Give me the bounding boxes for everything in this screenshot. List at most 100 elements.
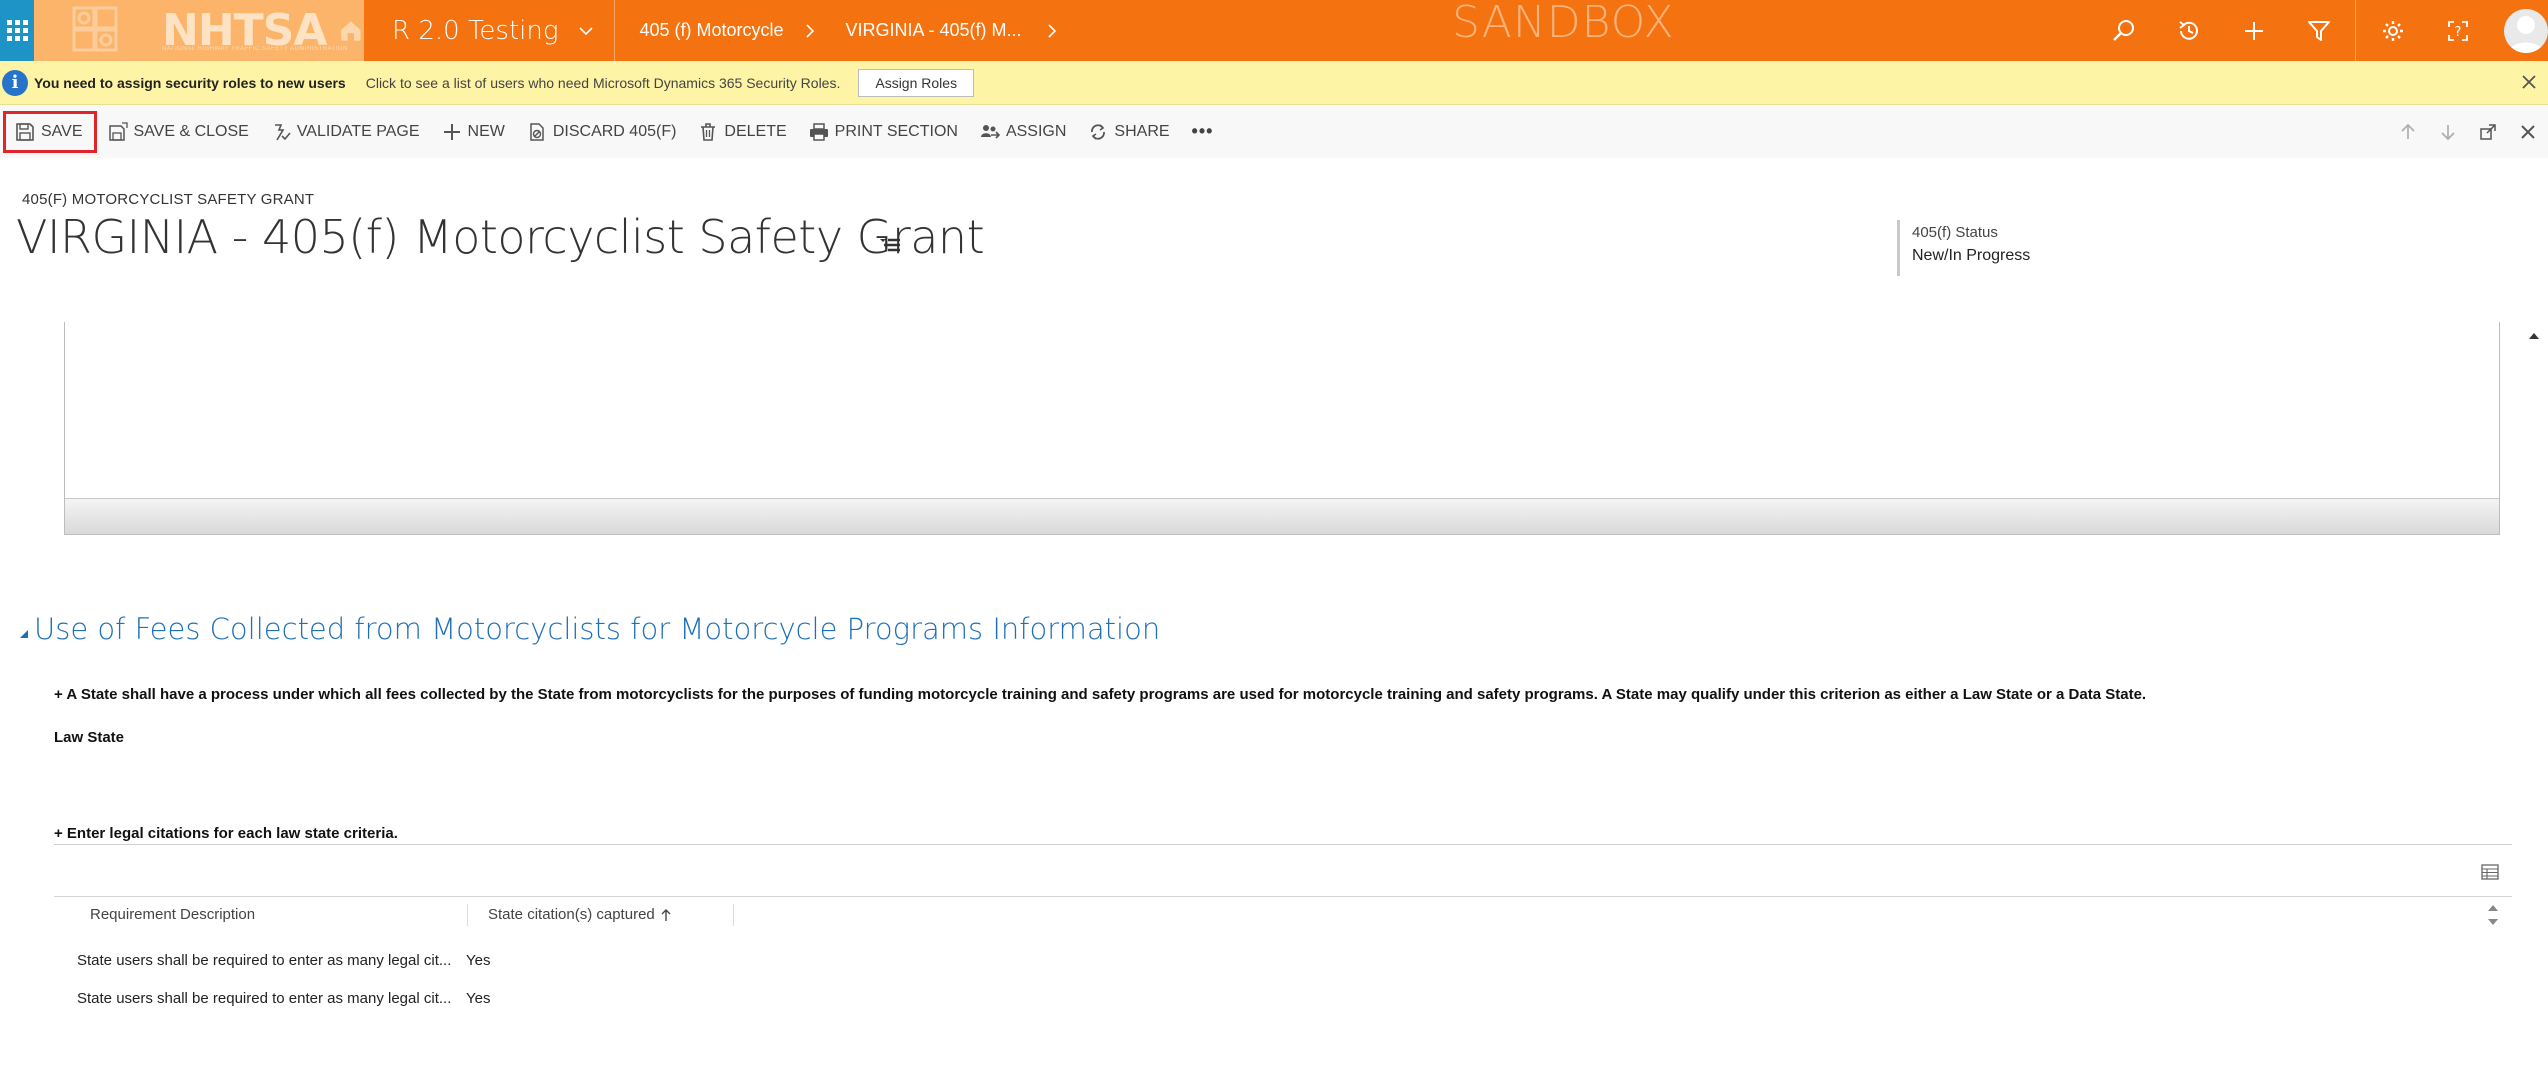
breadcrumb-label: 405 (f) Motorcycle [639, 20, 784, 40]
new-label: NEW [467, 122, 505, 140]
printer-icon [809, 122, 828, 141]
plus-icon [2244, 21, 2263, 40]
citations-subgrid-label: + Enter legal citations for each law sta… [54, 825, 398, 842]
share-icon [1091, 123, 1106, 140]
close-icon[interactable] [2518, 71, 2540, 93]
section-title-label: Use of Fees Collected from Motorcyclists… [34, 612, 1161, 646]
breadcrumb-entity[interactable]: 405 (f) Motorcycle [615, 0, 783, 61]
grid-scrollbar[interactable] [2484, 898, 2502, 932]
nav-divider [2355, 0, 2356, 61]
settings-button[interactable] [2360, 0, 2425, 61]
delete-button[interactable]: DELETE [687, 112, 797, 152]
requirement-description-cell: State users shall be required to enter a… [77, 989, 452, 1007]
chevron-right-icon [1047, 23, 1056, 38]
new-button[interactable]: NEW [431, 112, 516, 152]
more-icon: ••• [1191, 121, 1214, 141]
help-icon: ? [2447, 20, 2468, 41]
user-icon [2508, 15, 2544, 53]
chevron-right-icon [805, 23, 814, 38]
pop-out-icon [2480, 123, 2496, 140]
nav-actions: ? [2091, 0, 2548, 61]
status-value: New/In Progress [1912, 247, 2031, 264]
arrow-down-icon [2441, 124, 2455, 140]
citation-captured-cell: Yes [466, 951, 491, 969]
column-header-label: State citation(s) captured [488, 905, 655, 923]
arrow-up-icon [2401, 123, 2415, 139]
breadcrumb-record[interactable]: VIRGINIA - 405(f) M... [784, 0, 1082, 61]
nhtsa-logo[interactable]: NHTSA NATIONAL HIGHWAY TRAFFIC SAFETY AD… [34, 0, 364, 61]
notification-bar: i You need to assign security roles to n… [0, 61, 2548, 105]
table-row[interactable]: State users shall be required to enter a… [54, 979, 2474, 1017]
notification-message-link[interactable]: Click to see a list of users who need Mi… [366, 75, 841, 91]
more-commands-button[interactable]: ••• [1181, 112, 1225, 152]
record-title: VIRGINIA - 405(f) Motorcyclist Safety Gr… [16, 210, 985, 264]
entity-label: 405(F) MOTORCYCLIST SAFETY GRANT [22, 191, 315, 208]
quick-create-button[interactable] [2221, 0, 2286, 61]
save-icon [16, 122, 34, 141]
subgrid-header: Requirement Description State citation(s… [54, 896, 2512, 932]
advanced-find-button[interactable] [2286, 0, 2351, 61]
save-button[interactable]: SAVE [3, 110, 97, 153]
chevron-down-icon [579, 26, 594, 35]
plus-icon [443, 123, 460, 140]
header-status-field: 405(f) Status New/In Progress [1897, 220, 2037, 276]
discard-icon [530, 122, 544, 141]
environment-label: SANDBOX [1452, 0, 1675, 48]
status-label: 405(f) Status [1912, 224, 1998, 241]
sort-ascending-icon [661, 908, 671, 921]
assign-label: ASSIGN [1005, 122, 1067, 140]
frame-footer [65, 498, 2499, 534]
trash-icon [701, 122, 716, 141]
help-button[interactable]: ? [2425, 0, 2490, 61]
breadcrumb-label: VIRGINIA - 405(f) M... [845, 20, 1022, 40]
scroll-up-arrow-icon[interactable] [2524, 326, 2544, 346]
close-record-button[interactable] [2508, 105, 2548, 158]
app-name-label: R 2.0 Testing [392, 15, 559, 46]
print-section-button[interactable]: PRINT SECTION [798, 112, 969, 152]
save-close-label: SAVE & CLOSE [133, 122, 249, 140]
command-bar: SAVE SAVE & CLOSE VALIDATE PAGE NEW DISC… [0, 105, 2548, 158]
record-navigation [2388, 105, 2548, 158]
citation-captured-cell: Yes [466, 989, 491, 1007]
search-button[interactable] [2091, 0, 2156, 61]
app-launcher-button[interactable] [0, 0, 34, 61]
form-selector-icon[interactable] [878, 232, 904, 258]
column-header-requirement[interactable]: Requirement Description [54, 903, 468, 926]
recent-records-button[interactable] [2156, 0, 2221, 61]
assign-roles-button[interactable]: Assign Roles [858, 68, 975, 97]
logo-pattern-icon [72, 6, 118, 52]
history-icon [2178, 20, 2198, 40]
notification-title: You need to assign security roles to new… [34, 74, 346, 91]
validate-page-button[interactable]: VALIDATE PAGE [260, 112, 431, 152]
app-switcher[interactable]: R 2.0 Testing [364, 0, 614, 61]
pop-out-button[interactable] [2468, 105, 2508, 158]
criterion-answer[interactable]: Law State [54, 729, 124, 746]
grid-view-icon[interactable] [2480, 862, 2500, 882]
gear-icon [2382, 20, 2403, 41]
waffle-icon [6, 20, 28, 41]
assign-button[interactable]: ASSIGN [969, 112, 1077, 152]
filter-icon [2307, 20, 2330, 41]
criterion-question: + A State shall have a process under whi… [54, 686, 2147, 703]
discard-label: DISCARD 405(F) [552, 122, 677, 140]
discard-button[interactable]: DISCARD 405(F) [516, 112, 688, 152]
info-icon: i [2, 69, 28, 96]
assign-icon [980, 124, 1000, 139]
print-label: PRINT SECTION [834, 122, 958, 140]
previous-record-button[interactable] [2388, 105, 2428, 158]
delete-label: DELETE [724, 122, 787, 140]
column-header-citation[interactable]: State citation(s) captured [468, 903, 734, 926]
save-close-button[interactable]: SAVE & CLOSE [97, 112, 260, 152]
save-close-icon [108, 121, 128, 141]
next-record-button[interactable] [2428, 105, 2468, 158]
search-icon [2112, 19, 2134, 41]
share-label: SHARE [1114, 122, 1170, 140]
close-icon [2521, 124, 2535, 139]
home-icon [341, 20, 361, 41]
user-avatar[interactable] [2504, 8, 2548, 53]
table-row[interactable]: State users shall be required to enter a… [54, 941, 2474, 979]
section-header[interactable]: Use of Fees Collected from Motorcyclists… [18, 612, 1160, 646]
top-nav-bar: NHTSA NATIONAL HIGHWAY TRAFFIC SAFETY AD… [0, 0, 2548, 61]
share-button[interactable]: SHARE [1077, 112, 1180, 152]
divider [54, 844, 2512, 845]
